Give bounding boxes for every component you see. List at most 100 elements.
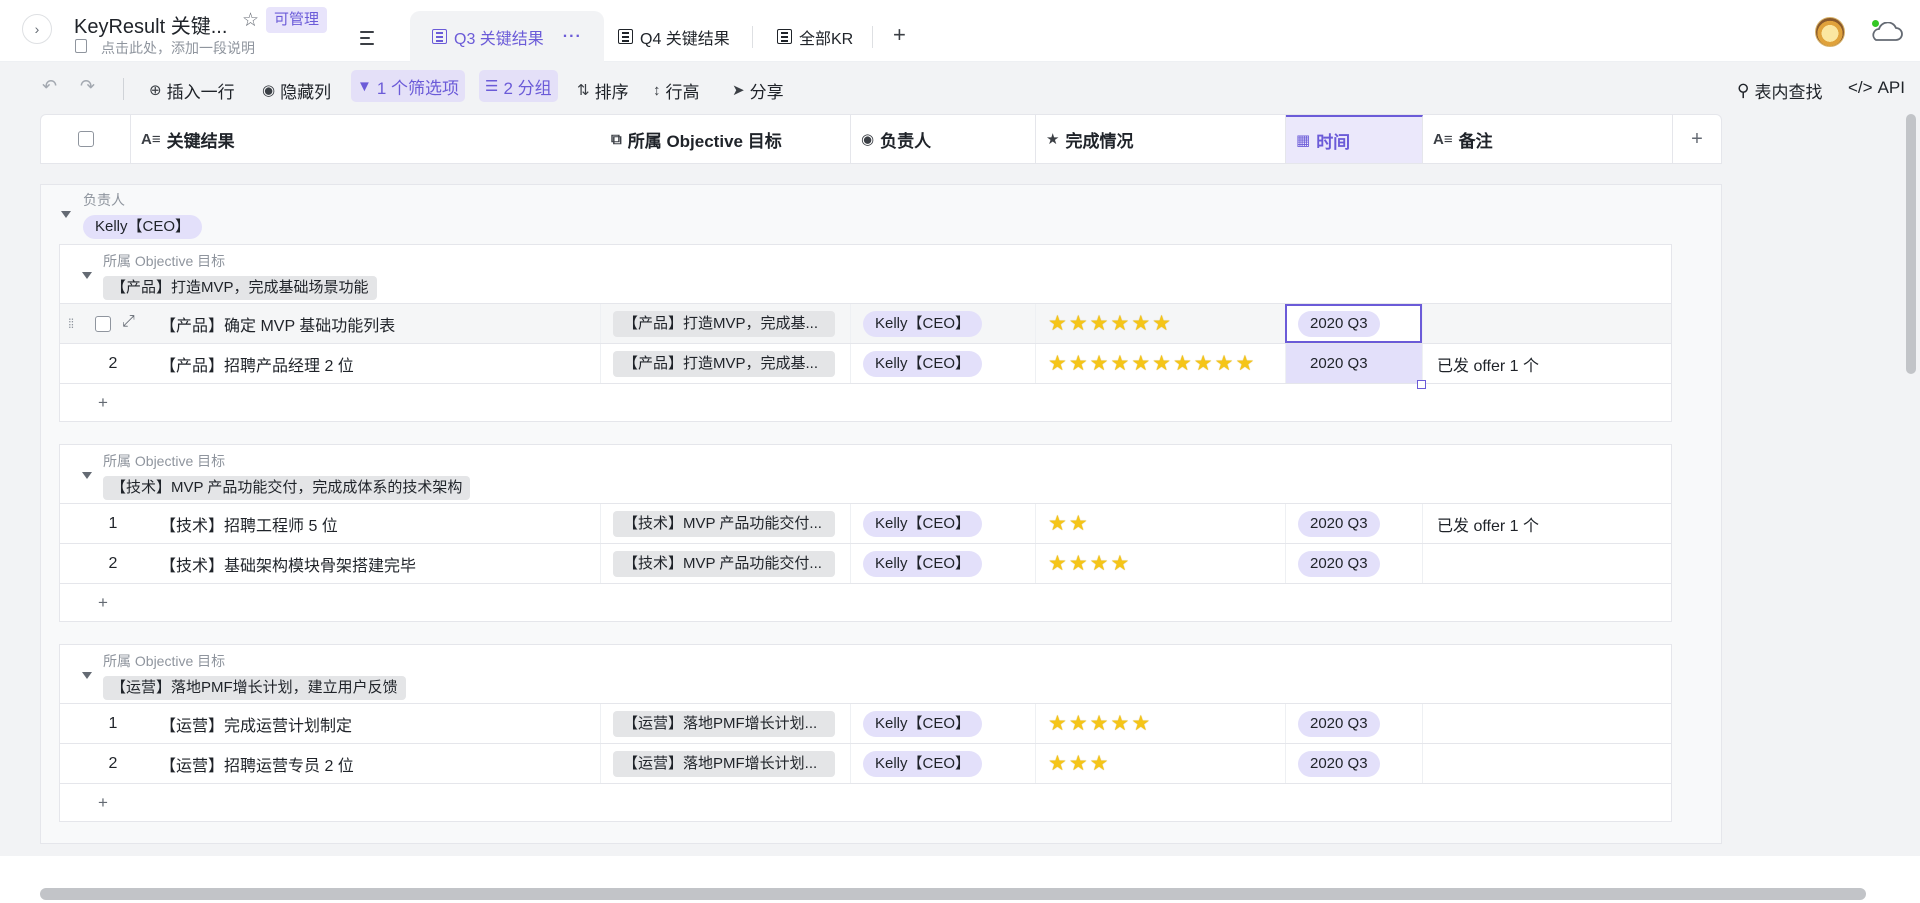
note-cell[interactable] (1422, 544, 1671, 583)
api-button[interactable]: </> API (1848, 78, 1905, 98)
column-header-note[interactable]: A≡ 备注 (1423, 115, 1673, 163)
note-cell[interactable] (1422, 744, 1671, 783)
table-row[interactable]: 2 【产品】招聘产品经理 2 位【产品】打造MVP，完成基... Kelly【CEO… (60, 343, 1671, 383)
share-button[interactable]: ➤ 分享 (726, 74, 790, 106)
owner-cell[interactable]: Kelly【CEO】 (850, 304, 1035, 343)
objective-cell[interactable]: 【运营】落地PMF增长计划... (600, 744, 850, 783)
star-icon: ★ (1193, 352, 1213, 375)
add-column-button[interactable]: + (1672, 114, 1722, 164)
expand-sidebar-button[interactable]: › (22, 14, 52, 44)
collapse-subgroup-icon[interactable] (82, 472, 92, 479)
row-height-button[interactable]: ↕ 行高 (647, 74, 706, 106)
undo-icon[interactable]: ↶ (42, 76, 57, 97)
collapse-group-icon[interactable] (61, 211, 71, 218)
row-number: 1 (108, 514, 118, 532)
document-description[interactable]: 点击此处，添加一段说明 (101, 38, 255, 58)
column-header-objective[interactable]: ⧉ 所属 Objective 目标 (601, 115, 851, 163)
permission-badge[interactable]: 可管理 (266, 7, 328, 33)
time-cell[interactable]: 2020 Q3 (1285, 304, 1422, 343)
star-icon: ★ (1048, 512, 1067, 535)
redo-icon[interactable]: ↷ (80, 76, 95, 97)
table-row[interactable]: 1 【技术】招聘工程师 5 位【技术】MVP 产品功能交付... Kelly【CEO… (60, 503, 1671, 543)
find-in-table-button[interactable]: ⚲ 表内查找 (1737, 78, 1822, 103)
star-icon: ★ (1048, 552, 1067, 575)
user-avatar[interactable] (1815, 17, 1845, 47)
tab-all-kr[interactable]: 全部KR (777, 11, 853, 62)
note-cell[interactable] (1422, 704, 1671, 743)
favorite-star-icon[interactable]: ☆ (242, 9, 259, 32)
completion-rating-cell[interactable]: ★ ★ ★ ★ (1035, 544, 1285, 583)
column-header-time[interactable]: ▦ 时间 (1286, 115, 1423, 163)
owner-cell[interactable]: Kelly【CEO】 (850, 544, 1035, 583)
completion-rating-cell[interactable]: ★ ★ ★ ★ ★ ★ (1035, 304, 1285, 343)
subgroup-field-label: 所属 Objective 目标 (103, 653, 226, 669)
column-header-key-result[interactable]: A≡ 关键结果 (131, 115, 641, 163)
table-row[interactable]: 2 【技术】基础架构模块骨架搭建完毕 【技术】MVP 产品功能交付... Kelly【… (60, 543, 1671, 583)
select-all-cell[interactable] (41, 115, 131, 163)
objective-link-tag: 【产品】打造MVP，完成基... (613, 310, 835, 337)
table-row[interactable]: 2 【运营】招聘运营专员 2 位【运营】落地PMF增长计划... Kelly【CEO… (60, 743, 1671, 783)
owner-cell[interactable]: Kelly【CEO】 (850, 344, 1035, 383)
column-header-completion[interactable]: ★ 完成情况 (1036, 115, 1286, 163)
key-result-cell[interactable]: 【产品】确定 MVP 基础功能列表 (160, 304, 600, 343)
key-result-cell[interactable]: 【产品】招聘产品经理 2 位 (160, 344, 600, 383)
objective-cell[interactable]: 【产品】打造MVP，完成基... (600, 344, 850, 383)
time-cell[interactable]: 2020 Q3 (1285, 704, 1422, 743)
objective-cell[interactable]: 【运营】落地PMF增长计划... (600, 704, 850, 743)
time-cell[interactable]: 2020 Q3 (1285, 504, 1422, 543)
select-all-checkbox[interactable] (77, 131, 94, 147)
add-record-icon[interactable]: + (98, 393, 108, 413)
objective-cell[interactable]: 【产品】打造MVP，完成基... (600, 304, 850, 343)
add-record-row[interactable]: + (60, 583, 1671, 623)
expand-record-icon[interactable]: ⤢ (122, 313, 135, 331)
objective-cell[interactable]: 【技术】MVP 产品功能交付... (600, 544, 850, 583)
group-button[interactable]: ☰ 2 分组 (479, 70, 558, 102)
time-cell[interactable]: 2020 Q3 (1285, 344, 1422, 383)
note-cell[interactable]: 已发 offer 1 个 (1422, 504, 1671, 543)
add-record-row[interactable]: + (60, 383, 1671, 423)
insert-row-button[interactable]: ⊕ 插入一行 (143, 74, 241, 106)
key-result-cell[interactable]: 【技术】基础架构模块骨架搭建完毕 (160, 544, 600, 583)
completion-rating-cell[interactable]: ★ ★ ★ ★ ★ ★ ★ ★ ★ ★ (1035, 344, 1285, 383)
note-cell[interactable]: 已发 offer 1 个 (1422, 344, 1671, 383)
tab-q3-key-results[interactable]: Q3 关键结果 ··· (410, 11, 604, 62)
add-view-button[interactable]: + (893, 22, 906, 48)
table-row[interactable]: 1 【运营】完成运营计划制定 【运营】落地PMF增长计划... Kelly【CEO】 ★… (60, 703, 1671, 743)
add-record-row[interactable]: + (60, 783, 1671, 823)
vertical-scrollbar[interactable] (1906, 114, 1916, 374)
fill-handle[interactable] (1417, 380, 1426, 389)
objective-cell[interactable]: 【技术】MVP 产品功能交付... (600, 504, 850, 543)
document-title[interactable]: KeyResult 关键... (74, 10, 227, 39)
horizontal-scrollbar[interactable] (40, 888, 1866, 900)
tab-q4-key-results[interactable]: Q4 关键结果 (618, 11, 730, 62)
time-cell[interactable]: 2020 Q3 (1285, 544, 1422, 583)
add-record-icon[interactable]: + (98, 793, 108, 813)
column-header-owner[interactable]: ◉ 负责人 (851, 115, 1036, 163)
online-status-dot (1872, 20, 1879, 27)
drag-handle-icon[interactable]: ⁞⁞ (68, 316, 74, 331)
note-cell[interactable] (1422, 304, 1671, 343)
table-menu-button[interactable] (354, 24, 382, 52)
key-result-cell[interactable]: 【运营】完成运营计划制定 (160, 704, 600, 743)
hide-columns-button[interactable]: ◉ 隐藏列 (256, 74, 337, 106)
table-row[interactable]: ⁞⁞ ⤢ 【产品】确定 MVP 基础功能列表 【产品】打造MVP，完成基... Kell… (60, 303, 1671, 343)
add-record-icon[interactable]: + (98, 593, 108, 613)
tab-divider (752, 26, 753, 48)
time-cell[interactable]: 2020 Q3 (1285, 744, 1422, 783)
owner-cell[interactable]: Kelly【CEO】 (850, 504, 1035, 543)
row-checkbox[interactable] (95, 316, 111, 332)
key-result-cell[interactable]: 【运营】招聘运营专员 2 位 (160, 744, 600, 783)
completion-rating-cell[interactable]: ★ ★ ★ ★ ★ (1035, 704, 1285, 743)
sort-button[interactable]: ⇅ 排序 (571, 74, 635, 106)
row-number: 1 (108, 714, 118, 732)
filter-button[interactable]: ▼ 1 个筛选项 (351, 70, 466, 102)
owner-cell[interactable]: Kelly【CEO】 (850, 744, 1035, 783)
more-options-icon[interactable]: ··· (563, 28, 582, 46)
collapse-subgroup-icon[interactable] (82, 272, 92, 279)
document-icon (75, 39, 87, 53)
completion-rating-cell[interactable]: ★ ★ (1035, 504, 1285, 543)
key-result-cell[interactable]: 【技术】招聘工程师 5 位 (160, 504, 600, 543)
completion-rating-cell[interactable]: ★ ★ ★ (1035, 744, 1285, 783)
owner-cell[interactable]: Kelly【CEO】 (850, 704, 1035, 743)
collapse-subgroup-icon[interactable] (82, 672, 92, 679)
